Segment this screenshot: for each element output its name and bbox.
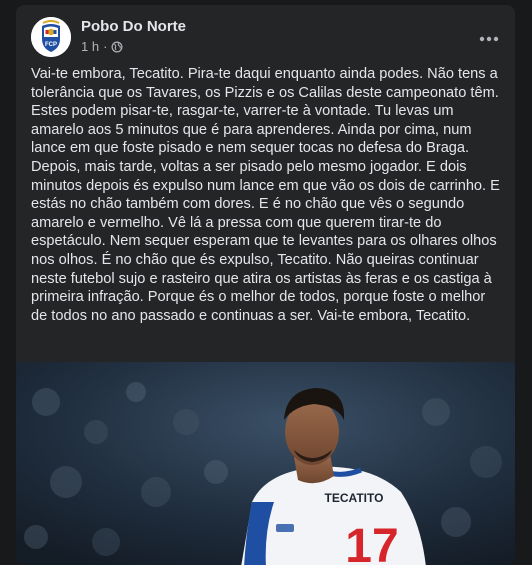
globe-icon[interactable]: [111, 41, 123, 53]
fc-porto-crest-icon: FCP: [31, 17, 71, 57]
post-meta: 1 h ·: [81, 39, 123, 54]
post-timestamp[interactable]: 1 h: [81, 39, 99, 54]
jersey-number: 17: [345, 520, 398, 565]
meta-separator: ·: [103, 39, 108, 54]
post-card: FCP Pobo Do Norte 1 h · Vai-te embora, T…: [16, 5, 515, 565]
svg-text:FCP: FCP: [45, 42, 57, 48]
player-photo: TECATITO 17: [16, 362, 515, 565]
more-options-button[interactable]: [471, 21, 507, 57]
jersey-name: TECATITO: [325, 491, 384, 505]
page-name-link[interactable]: Pobo Do Norte: [81, 18, 186, 35]
page-avatar[interactable]: FCP: [31, 17, 71, 57]
post-message: Vai-te embora, Tecatito. Pira-te daqui e…: [31, 66, 500, 324]
more-horizontal-icon: [479, 36, 499, 42]
post-photo[interactable]: TECATITO 17: [16, 362, 515, 565]
post-header: FCP Pobo Do Norte 1 h ·: [16, 5, 515, 61]
